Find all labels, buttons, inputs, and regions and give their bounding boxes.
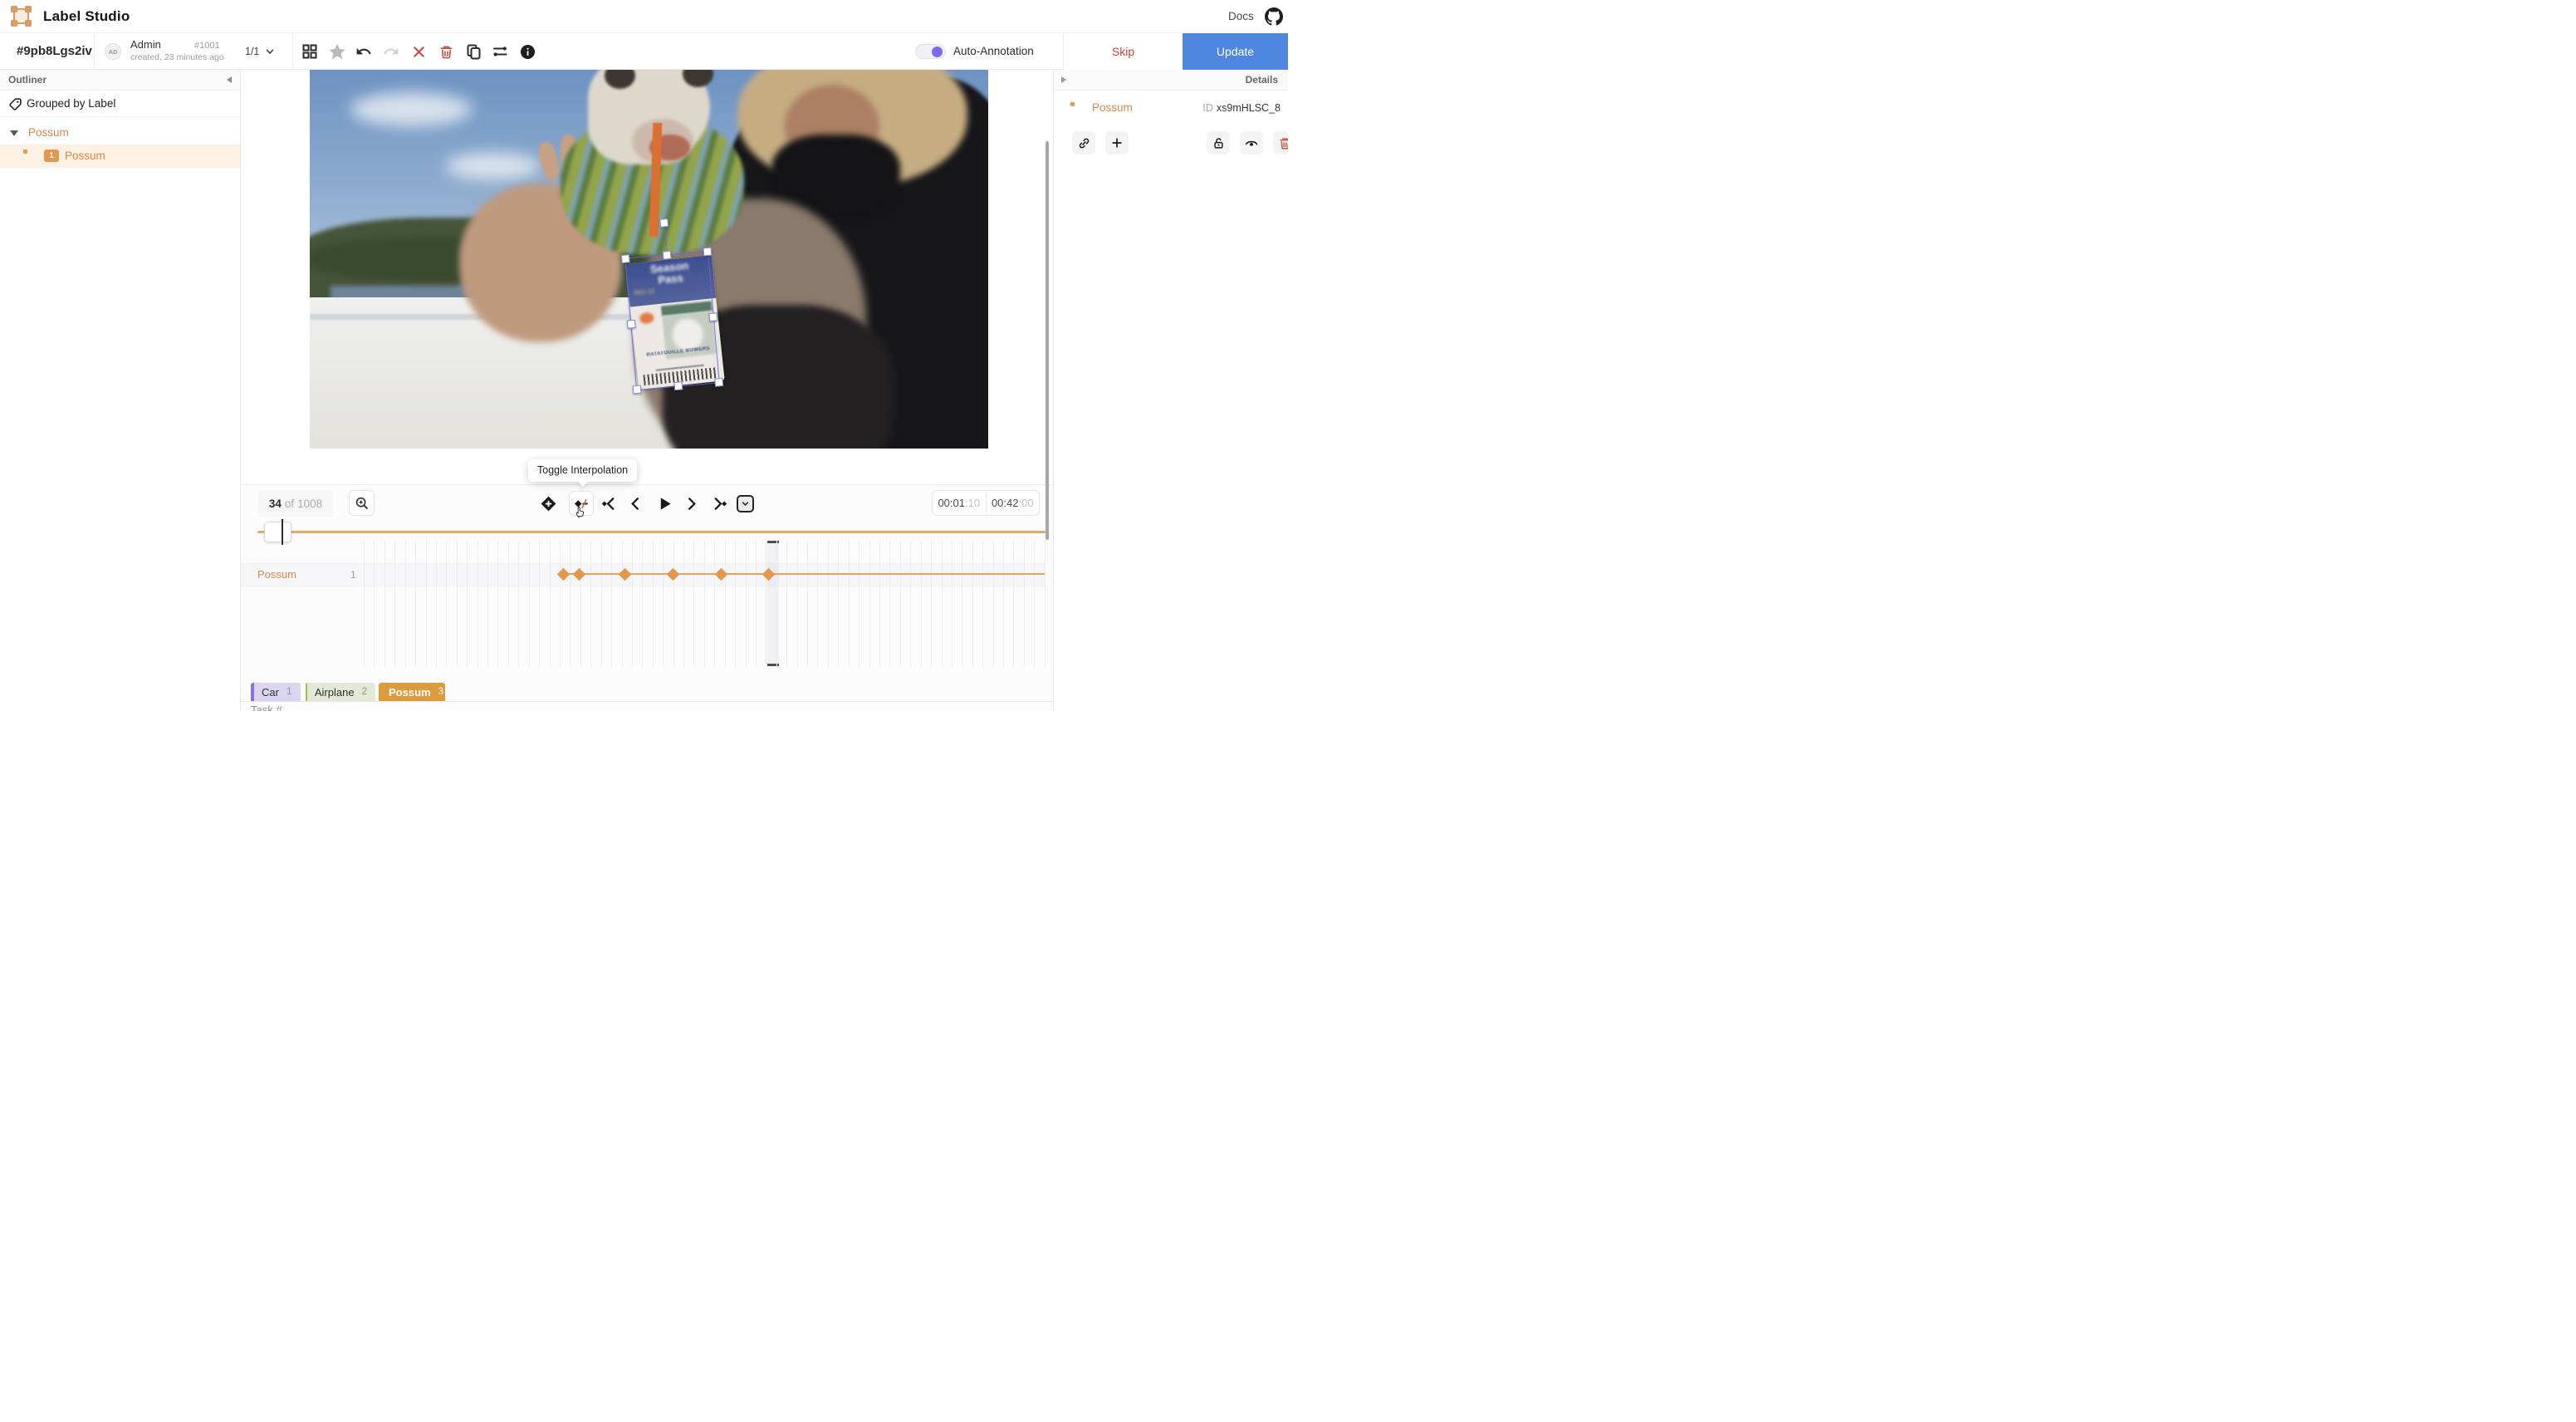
annotation-pager: 1/1: [245, 33, 259, 70]
current-time: 00:01:10: [933, 491, 987, 515]
keyframe-diamond[interactable]: [666, 567, 679, 581]
chevron-down-icon[interactable]: [264, 46, 276, 57]
details-panel: Details Possum ID xs9mHLSC_8: [1053, 70, 1288, 711]
details-header: Details: [1054, 70, 1288, 91]
details-region-row[interactable]: Possum ID xs9mHLSC_8: [1054, 97, 1288, 120]
keyframe-diamond[interactable]: [618, 567, 631, 581]
undo-button[interactable]: [351, 39, 376, 64]
outliner-region-possum[interactable]: 1 Possum: [0, 145, 240, 168]
id-prefix: ID: [1202, 102, 1213, 114]
visibility-button[interactable]: [1240, 131, 1263, 154]
toggle-knob: [932, 47, 943, 57]
settings-filters-button[interactable]: [487, 39, 512, 64]
total-time: 00:42:00: [987, 491, 1040, 515]
outliner-title: Outliner: [8, 74, 47, 86]
region-index-badge: 1: [44, 150, 59, 162]
label-chip-car[interactable]: Car 1: [251, 683, 301, 701]
region-actions-row: [1054, 131, 1288, 154]
id-value: xs9mHLSC_8: [1217, 102, 1281, 114]
trash-icon: [1278, 136, 1289, 150]
grouping-selector[interactable]: Grouped by Label: [0, 91, 240, 117]
expand-panel-icon[interactable]: [1061, 76, 1066, 83]
lock-button[interactable]: [1207, 131, 1230, 154]
delete-region-button[interactable]: [1273, 131, 1288, 154]
eye-icon: [1244, 135, 1259, 150]
redo-button[interactable]: [379, 39, 404, 64]
link-icon: [1077, 136, 1091, 150]
label-chip-possum[interactable]: Possum 3: [379, 683, 445, 701]
group-label: Possum: [28, 126, 69, 139]
grid-view-button[interactable]: [297, 39, 322, 64]
grouping-label: Grouped by Label: [27, 97, 115, 110]
label-studio-logo-icon[interactable]: [11, 6, 32, 27]
outliner-group-possum[interactable]: Possum: [0, 122, 240, 145]
plus-icon: [1110, 136, 1124, 150]
region-label: Possum: [65, 150, 105, 162]
outliner-header: Outliner: [0, 70, 240, 91]
collapse-panel-icon[interactable]: [227, 76, 232, 83]
timeline-track-label[interactable]: Possum: [257, 568, 296, 581]
annotator-name: Admin: [130, 38, 161, 51]
github-icon[interactable]: [1265, 7, 1283, 26]
label-chip-airplane[interactable]: Airplane 2: [306, 683, 375, 701]
delete-button[interactable]: [433, 39, 458, 64]
lock-icon: [1212, 136, 1226, 150]
annotation-toolbar: #9pb8Lgs2iv AD Admin created, 23 minutes…: [0, 33, 1288, 70]
info-button[interactable]: [515, 39, 540, 64]
caret-down-icon[interactable]: [10, 130, 18, 136]
update-button[interactable]: Update: [1183, 33, 1288, 70]
annotation-number: #1001: [194, 41, 220, 51]
reject-button[interactable]: [406, 39, 431, 64]
link-button[interactable]: [1072, 131, 1095, 154]
keyframe-diamond[interactable]: [556, 567, 570, 581]
docs-link[interactable]: Docs: [1228, 0, 1254, 33]
details-region-label: Possum: [1092, 101, 1133, 114]
label-studio-app: Label Studio Docs #9pb8Lgs2iv AD Admin c…: [0, 0, 1288, 711]
outliner-panel: Outliner Grouped by Label Possum 1 Possu…: [0, 70, 241, 711]
time-display: 00:01:10 00:42:00: [932, 490, 1040, 516]
annotator-avatar[interactable]: AD: [105, 43, 121, 60]
duplicate-button[interactable]: [461, 39, 486, 64]
star-button[interactable]: [325, 39, 350, 64]
add-relation-button[interactable]: [1105, 131, 1129, 154]
timeline-track-count: 1: [350, 569, 356, 581]
details-title: Details: [1246, 74, 1278, 86]
app-title: Label Studio: [43, 0, 130, 33]
vertical-scrollbar[interactable]: [1046, 141, 1049, 540]
skip-button[interactable]: Skip: [1064, 33, 1183, 70]
top-header: Label Studio Docs: [0, 0, 1288, 33]
tooltip: Toggle Interpolation: [528, 459, 637, 482]
tag-icon: [8, 97, 22, 111]
keyframe-diamond[interactable]: [762, 567, 775, 581]
auto-annotation-label: Auto-Annotation: [953, 33, 1034, 70]
task-id: #9pb8Lgs2iv: [17, 33, 92, 70]
annotation-created-ago: created, 23 minutes ago: [130, 52, 224, 62]
keyframe-diamond[interactable]: [714, 567, 727, 581]
keyframe-diamond[interactable]: [572, 567, 585, 581]
auto-annotation-toggle[interactable]: [915, 44, 946, 59]
region-id: ID xs9mHLSC_8: [1202, 102, 1281, 114]
